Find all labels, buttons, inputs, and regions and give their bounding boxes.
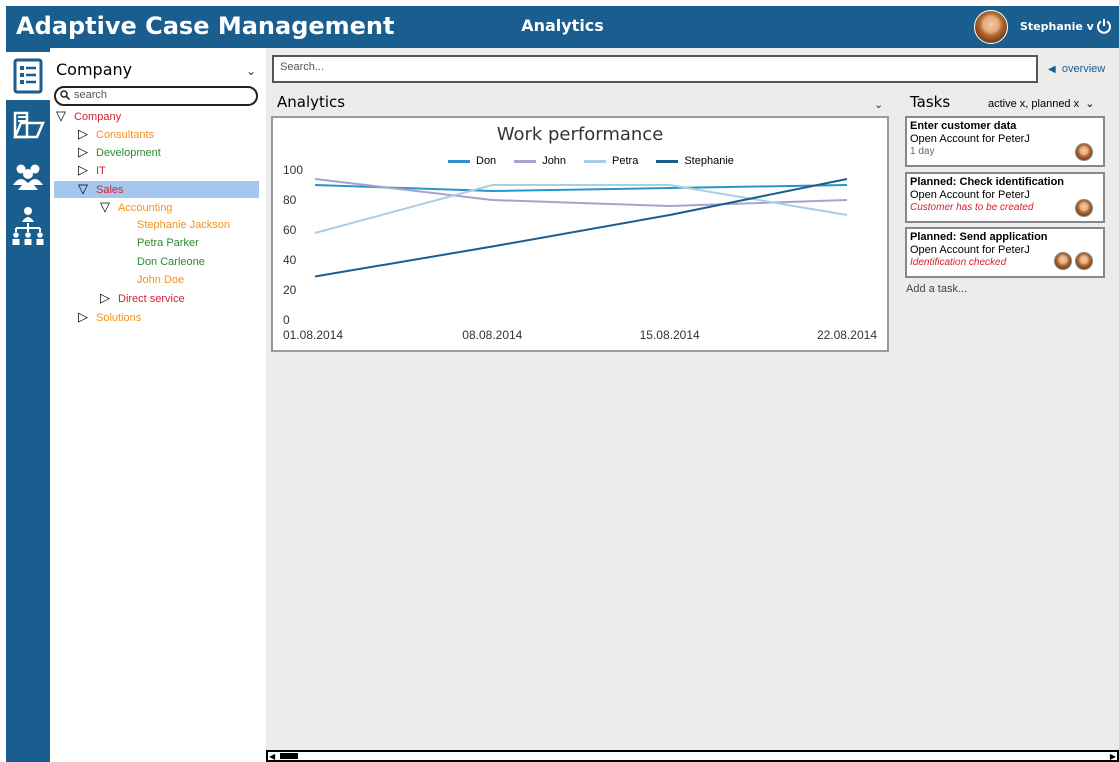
back-arrow-icon: ◀ <box>1048 64 1056 75</box>
tree-node-label: Accounting <box>118 202 173 214</box>
main-search-input[interactable]: Search... <box>272 55 1038 83</box>
user-menu[interactable]: Stephanie v <box>1020 20 1094 33</box>
tree-node-label: Stephanie Jackson <box>137 219 230 231</box>
rail-users-button[interactable] <box>6 152 50 200</box>
chart-plot: 0 20 40 60 80 100 01.08.2014 08.08.2014 15.08.20… <box>283 163 877 342</box>
y-tick-label: 60 <box>283 223 297 237</box>
org-tree-panel: Company ⌄ search ▽ Company ▷ Consultants ▷… <box>50 48 266 762</box>
checklist-icon <box>13 58 43 94</box>
tree-node-development[interactable]: ▷ Development <box>78 143 161 161</box>
tree-node-label: Consultants <box>96 129 155 141</box>
chevron-down-icon: ⌄ <box>245 64 256 78</box>
task-title: Enter customer data <box>910 120 1017 132</box>
collapsed-triangle-icon: ▷ <box>78 309 88 324</box>
folder-icon <box>13 111 45 139</box>
tasks-title: Tasks <box>910 93 951 111</box>
task-duration: 1 day <box>910 146 935 157</box>
tree-node-solutions[interactable]: ▷ Solutions <box>78 308 141 326</box>
analytics-section-title: Analytics <box>277 93 346 111</box>
y-tick-label: 100 <box>283 163 303 177</box>
task-card[interactable]: Planned: Send application Open Account f… <box>905 227 1105 278</box>
scrollbar-thumb[interactable] <box>280 753 298 759</box>
tree-search-input[interactable]: search <box>54 86 258 106</box>
series-line-stephanie <box>314 178 848 278</box>
nav-rail <box>6 48 50 762</box>
tree-node-sales[interactable]: ▽ Sales <box>78 180 124 198</box>
chevron-down-icon[interactable]: ⌄ <box>874 98 883 111</box>
company-dropdown-label: Company <box>56 60 133 79</box>
company-dropdown[interactable]: Company ⌄ <box>56 60 256 84</box>
tree-node-consultants[interactable]: ▷ Consultants <box>78 125 154 143</box>
rail-org-button[interactable] <box>6 202 50 250</box>
tasks-filter-label: active x, planned x <box>988 98 1080 110</box>
tree-node-petra-parker[interactable]: Petra Parker <box>137 234 199 252</box>
collapsed-triangle-icon: ▷ <box>100 290 110 305</box>
assignee-avatar <box>1075 199 1093 217</box>
collapsed-triangle-icon: ▷ <box>78 126 88 141</box>
user-avatar[interactable] <box>974 10 1008 44</box>
series-line-petra <box>314 184 848 234</box>
assignee-avatar <box>1075 143 1093 161</box>
tree-node-label: IT <box>96 165 106 177</box>
org-chart-icon <box>12 207 44 245</box>
main-content: Search... ◀ overview Analytics ⌄ Work pe… <box>266 48 1119 762</box>
tree-node-don-carleone[interactable]: Don Carleone <box>137 253 205 271</box>
expanded-triangle-icon: ▽ <box>100 199 110 214</box>
scroll-left-icon[interactable]: ◀ <box>269 752 275 761</box>
tree-node-label: John Doe <box>137 274 185 286</box>
main-search-placeholder: Search... <box>280 61 325 73</box>
add-task-link[interactable]: Add a task... <box>906 283 967 295</box>
app-title: Adaptive Case Management <box>16 12 395 40</box>
overview-link[interactable]: ◀ overview <box>1048 63 1105 75</box>
tree-node-label: Petra Parker <box>137 237 199 249</box>
y-tick-label: 80 <box>283 193 297 207</box>
y-tick-label: 0 <box>283 313 290 327</box>
task-card[interactable]: Enter customer data Open Account for Pet… <box>905 116 1105 167</box>
app-header: Adaptive Case Management Analytics Steph… <box>6 6 1119 48</box>
work-performance-chart: Work performance Don John Petra Stephanie 0… <box>271 116 889 352</box>
x-tick-label: 22.08.2014 <box>817 328 877 342</box>
power-icon[interactable] <box>1096 18 1112 34</box>
y-tick-label: 20 <box>283 283 297 297</box>
expanded-triangle-icon: ▽ <box>56 108 66 123</box>
overview-label: overview <box>1061 63 1106 75</box>
tree-node-label: Solutions <box>96 312 142 324</box>
tree-node-label: Company <box>74 111 122 123</box>
tree-node-label: Direct service <box>118 293 185 305</box>
x-tick-label: 15.08.2014 <box>640 328 700 342</box>
rail-files-button[interactable] <box>6 100 50 148</box>
collapsed-triangle-icon: ▷ <box>78 144 88 159</box>
assignee-avatar <box>1054 252 1072 270</box>
task-status: Customer has to be created <box>910 202 1034 213</box>
assignee-avatar <box>1075 252 1093 270</box>
tree-node-company[interactable]: ▽ Company <box>56 107 121 125</box>
x-tick-label: 01.08.2014 <box>283 328 343 342</box>
expanded-triangle-icon: ▽ <box>78 181 88 196</box>
task-subtitle: Open Account for PeterJ <box>910 133 1030 145</box>
task-title: Planned: Send application <box>910 231 1048 243</box>
task-card[interactable]: Planned: Check identification Open Accou… <box>905 172 1105 223</box>
tree-node-label: Development <box>96 147 161 159</box>
tree-node-it[interactable]: ▷ IT <box>78 161 106 179</box>
users-icon <box>13 164 43 190</box>
search-icon <box>60 90 70 100</box>
horizontal-scrollbar[interactable]: ◀ ▶ <box>266 750 1119 762</box>
rail-tasks-button[interactable] <box>6 52 50 100</box>
task-subtitle: Open Account for PeterJ <box>910 244 1030 256</box>
y-tick-label: 40 <box>283 253 297 267</box>
collapsed-triangle-icon: ▷ <box>78 162 88 177</box>
tree-node-label: Sales <box>96 184 124 196</box>
tree-search-placeholder: search <box>74 89 108 101</box>
tasks-filter-dropdown[interactable]: active x, planned x ⌄ <box>988 97 1094 110</box>
tree-node-john-doe[interactable]: John Doe <box>137 271 184 289</box>
x-tick-label: 08.08.2014 <box>462 328 522 342</box>
tree-node-direct-service[interactable]: ▷ Direct service <box>100 289 185 307</box>
task-subtitle: Open Account for PeterJ <box>910 189 1030 201</box>
tree-node-stephanie-jackson[interactable]: Stephanie Jackson <box>137 216 230 234</box>
tree-node-accounting[interactable]: ▽ Accounting <box>100 198 172 216</box>
scroll-right-icon[interactable]: ▶ <box>1110 752 1116 761</box>
chevron-down-icon: ⌄ <box>1082 98 1095 110</box>
tree-node-label: Don Carleone <box>137 256 205 268</box>
task-title: Planned: Check identification <box>910 176 1065 188</box>
